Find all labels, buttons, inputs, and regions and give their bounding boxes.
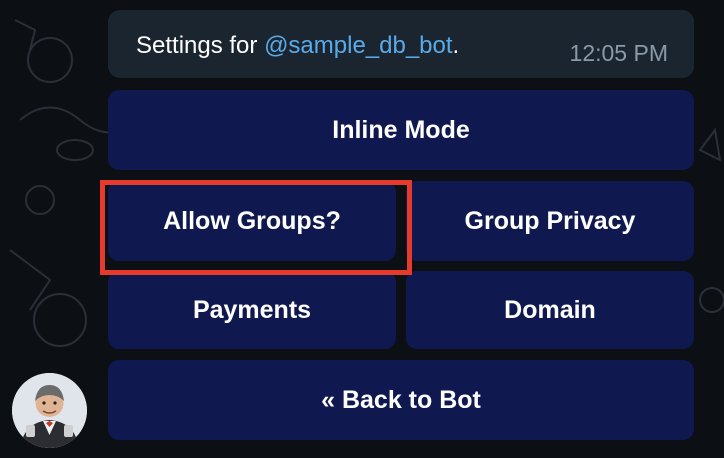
message-suffix: . xyxy=(452,32,460,59)
inline-mode-button[interactable]: Inline Mode xyxy=(108,90,694,170)
bot-mention-link[interactable]: @sample_db_bot xyxy=(264,32,452,59)
avatar-image xyxy=(12,373,87,448)
bot-message-bubble: Settings for @sample_db_bot. 12:05 PM xyxy=(108,10,694,78)
domain-button[interactable]: Domain xyxy=(406,271,694,349)
bot-avatar[interactable] xyxy=(12,373,87,448)
message-timestamp: 12:05 PM xyxy=(569,40,668,66)
allow-groups-button[interactable]: Allow Groups? xyxy=(108,181,396,261)
back-to-bot-button[interactable]: « Back to Bot xyxy=(108,360,694,440)
group-privacy-button[interactable]: Group Privacy xyxy=(406,181,694,261)
message-text: Settings for @sample_db_bot. xyxy=(136,32,459,60)
payments-button[interactable]: Payments xyxy=(108,271,396,349)
message-prefix: Settings for xyxy=(136,32,265,59)
